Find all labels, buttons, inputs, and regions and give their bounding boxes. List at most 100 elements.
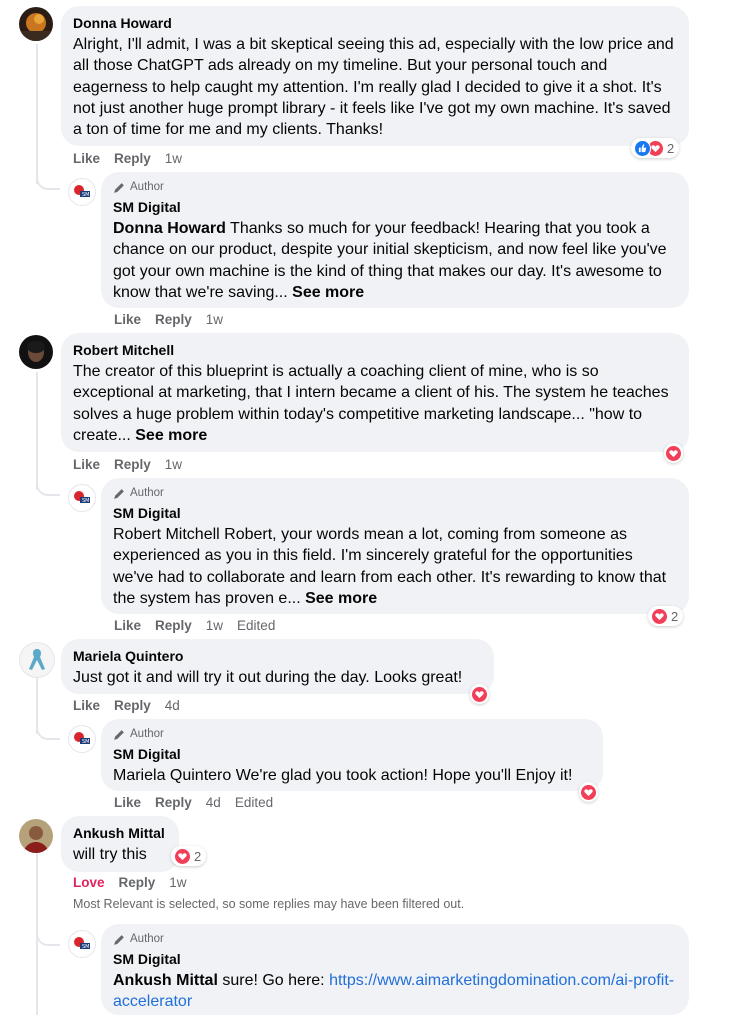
comment-text: The creator of this blueprint is actuall…: [73, 361, 677, 446]
edited-label[interactable]: Edited: [237, 618, 275, 633]
timestamp[interactable]: 4d: [165, 698, 180, 713]
pencil-icon: [114, 934, 124, 945]
commenter-name[interactable]: Robert Mitchell: [73, 341, 677, 359]
reply-bubble: Author SM Digital Mariela Quintero We're…: [101, 719, 603, 791]
heart-reaction-icon: [651, 607, 668, 625]
reply-text: Mariela Quintero We're glad you took act…: [113, 767, 573, 784]
reaction-summary[interactable]: [470, 684, 489, 704]
page-avatar[interactable]: SM: [68, 725, 96, 753]
page-avatar[interactable]: SM: [68, 484, 96, 512]
pencil-icon: [114, 182, 124, 193]
love-button[interactable]: Love: [73, 875, 105, 890]
reply-text: Robert Mitchell Robert, your words mean …: [113, 524, 677, 609]
reply-button[interactable]: Reply: [119, 875, 156, 890]
like-button[interactable]: Like: [73, 151, 100, 166]
avatar[interactable]: [19, 335, 53, 369]
heart-reaction-icon: [580, 783, 597, 801]
author-label: Author: [130, 487, 164, 499]
comment-actions: Like Reply 1w: [73, 149, 196, 167]
reaction-summary[interactable]: [579, 782, 598, 802]
reply-button[interactable]: Reply: [155, 795, 192, 810]
reply-body: sure! Go here:: [217, 972, 330, 989]
commenter-name[interactable]: SM Digital: [113, 745, 591, 763]
reply-button[interactable]: Reply: [155, 618, 192, 633]
reply-button[interactable]: Reply: [114, 457, 151, 472]
like-button[interactable]: Like: [114, 312, 141, 327]
comment-text: Just got it and will try it out during t…: [73, 669, 463, 686]
edited-label[interactable]: Edited: [235, 795, 273, 810]
commenter-name[interactable]: Mariela Quintero: [73, 647, 482, 665]
reaction-count: 2: [194, 848, 202, 864]
reaction-summary[interactable]: 2: [648, 606, 684, 626]
author-label: Author: [130, 181, 164, 193]
commenter-name[interactable]: Donna Howard: [73, 14, 677, 32]
svg-text:SM: SM: [82, 498, 90, 504]
reply-actions: Like Reply 1w Edited: [114, 616, 289, 634]
reaction-summary[interactable]: 2: [171, 846, 207, 866]
comment-text: will try this: [73, 846, 147, 863]
tagged-user[interactable]: Donna Howard: [113, 220, 226, 237]
heart-reaction-icon: [174, 847, 191, 865]
comment-bubble: Robert Mitchell The creator of this blue…: [61, 333, 689, 452]
reaction-count: 2: [671, 608, 679, 624]
author-label: Author: [130, 728, 164, 740]
reply-bubble: Author SM Digital Robert Mitchell Robert…: [101, 478, 689, 614]
comment-bubble: Donna Howard Alright, I'll admit, I was …: [61, 6, 689, 146]
svg-text:SM: SM: [82, 944, 90, 950]
reply-actions: Like Reply 4d Edited: [114, 793, 287, 811]
reaction-count: 2: [667, 140, 675, 156]
page-avatar[interactable]: SM: [68, 930, 96, 958]
comment-actions: Love Reply 1w: [73, 873, 201, 891]
reaction-summary[interactable]: 2: [631, 138, 680, 158]
comment-bubble: Mariela Quintero Just got it and will tr…: [61, 639, 494, 694]
see-more-link[interactable]: See more: [305, 590, 377, 607]
avatar[interactable]: [19, 642, 55, 678]
see-more-link[interactable]: See more: [135, 427, 207, 444]
timestamp[interactable]: 1w: [165, 457, 182, 472]
author-badge: Author: [113, 932, 677, 946]
see-more-link[interactable]: See more: [292, 284, 364, 301]
author-label: Author: [130, 933, 164, 945]
reply-button[interactable]: Reply: [114, 151, 151, 166]
avatar[interactable]: [19, 819, 53, 853]
timestamp[interactable]: 1w: [169, 875, 186, 890]
pencil-icon: [114, 488, 124, 499]
like-button[interactable]: Like: [73, 457, 100, 472]
pencil-icon: [114, 729, 124, 740]
reply-button[interactable]: Reply: [155, 312, 192, 327]
comment-actions: Like Reply 1w: [73, 455, 196, 473]
reply-body: Robert Mitchell Robert, your words mean …: [113, 526, 667, 607]
commenter-name[interactable]: SM Digital: [113, 504, 677, 522]
svg-text:SM: SM: [82, 739, 90, 745]
reaction-summary[interactable]: [664, 443, 683, 463]
author-badge: Author: [113, 486, 677, 500]
heart-reaction-icon: [665, 444, 682, 462]
svg-text:SM: SM: [82, 192, 90, 198]
commenter-name[interactable]: Ankush Mittal: [73, 824, 167, 842]
reply-button[interactable]: Reply: [114, 698, 151, 713]
timestamp[interactable]: 1w: [165, 151, 182, 166]
timestamp[interactable]: 1w: [206, 618, 223, 633]
tagged-user[interactable]: Ankush Mittal: [113, 972, 218, 989]
like-button[interactable]: Like: [114, 795, 141, 810]
like-button[interactable]: Like: [114, 618, 141, 633]
like-reaction-icon: [634, 139, 651, 157]
filter-note: Most Relevant is selected, so some repli…: [73, 897, 465, 911]
reply-bubble: Author SM Digital Donna Howard Thanks so…: [101, 172, 689, 308]
heart-reaction-icon: [471, 685, 488, 703]
comment-actions: Like Reply 4d: [73, 696, 194, 714]
commenter-name[interactable]: SM Digital: [113, 198, 677, 216]
commenter-name[interactable]: SM Digital: [113, 950, 677, 968]
avatar[interactable]: [19, 7, 53, 41]
comment-bubble: Ankush Mittal will try this: [61, 816, 179, 872]
like-button[interactable]: Like: [73, 698, 100, 713]
reply-text: Ankush Mittal sure! Go here: https://www…: [113, 970, 677, 1013]
timestamp[interactable]: 4d: [206, 795, 221, 810]
page-avatar[interactable]: SM: [68, 178, 96, 206]
comment-text: Alright, I'll admit, I was a bit skeptic…: [73, 36, 674, 139]
timestamp[interactable]: 1w: [206, 312, 223, 327]
author-badge: Author: [113, 180, 677, 194]
reply-actions: Like Reply 1w: [114, 310, 237, 328]
reply-bubble: Author SM Digital Ankush Mittal sure! Go…: [101, 924, 689, 1015]
reply-text: Donna Howard Thanks so much for your fee…: [113, 218, 677, 303]
